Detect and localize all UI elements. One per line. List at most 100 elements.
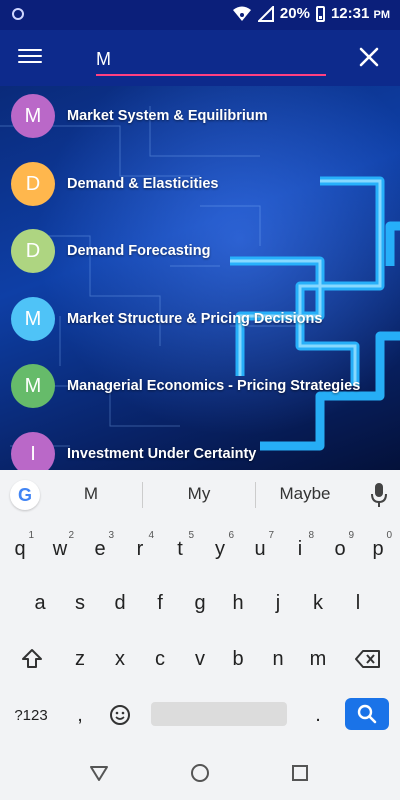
key-hint: 7 xyxy=(268,530,274,541)
key-c[interactable]: c xyxy=(142,634,178,684)
key-letter: t xyxy=(177,537,183,560)
menu-icon[interactable] xyxy=(18,46,42,70)
recents-icon[interactable] xyxy=(289,762,311,784)
key-v[interactable]: v xyxy=(182,634,218,684)
suggestion-item[interactable]: M xyxy=(66,484,116,504)
item-label: Demand & Elasticities xyxy=(67,176,219,192)
key-b[interactable]: b xyxy=(220,634,256,684)
avatar: M xyxy=(11,297,55,341)
key-r[interactable]: r4 xyxy=(122,524,158,574)
key-letter: r xyxy=(136,537,144,560)
list-item[interactable]: M Market Structure & Pricing Decisions xyxy=(0,285,400,353)
space-key[interactable] xyxy=(151,702,287,726)
key-hint: 3 xyxy=(108,530,114,541)
item-label: Market System & Equilibrium xyxy=(67,108,268,124)
notification-icon xyxy=(12,8,24,20)
key-letter: w xyxy=(52,537,68,560)
key-q[interactable]: q1 xyxy=(2,524,38,574)
item-label: Demand Forecasting xyxy=(67,243,211,259)
suggestion-item[interactable]: My xyxy=(170,484,228,504)
backspace-icon[interactable] xyxy=(350,634,386,684)
key-letter: y xyxy=(215,537,225,560)
suggestion-bar: G M My Maybe xyxy=(0,470,400,520)
clock-time: 12:31 xyxy=(330,5,370,22)
avatar: M xyxy=(11,94,55,138)
key-hint: 8 xyxy=(308,530,314,541)
key-u[interactable]: u7 xyxy=(242,524,278,574)
key-z[interactable]: z xyxy=(62,634,98,684)
app-bar xyxy=(0,30,400,86)
key-w[interactable]: w2 xyxy=(42,524,78,574)
key-d[interactable]: d xyxy=(102,578,138,628)
divider xyxy=(255,482,256,508)
list-item[interactable]: I Investment Under Certainty xyxy=(0,420,400,470)
key-hint: 5 xyxy=(188,530,194,541)
key-hint: 6 xyxy=(228,530,234,541)
close-icon[interactable] xyxy=(356,44,382,70)
key-letter: e xyxy=(94,537,106,560)
avatar: M xyxy=(11,364,55,408)
key-letter: i xyxy=(297,537,303,560)
key-p[interactable]: p0 xyxy=(360,524,396,574)
key-n[interactable]: n xyxy=(260,634,296,684)
google-logo-icon[interactable]: G xyxy=(10,480,40,510)
avatar: I xyxy=(11,432,55,470)
signal-icon xyxy=(257,5,274,22)
status-bar: 20% 12:31 PM xyxy=(0,0,400,30)
key-y[interactable]: y6 xyxy=(202,524,238,574)
key-letter: q xyxy=(14,537,26,560)
key-hint: 1 xyxy=(28,530,34,541)
key-h[interactable]: h xyxy=(220,578,256,628)
search-input[interactable] xyxy=(96,44,326,76)
navigation-bar xyxy=(0,746,400,800)
key-m[interactable]: m xyxy=(300,634,336,684)
key-hint: 0 xyxy=(386,530,392,541)
key-l[interactable]: l xyxy=(340,578,376,628)
key-o[interactable]: o9 xyxy=(322,524,358,574)
battery-icon xyxy=(315,5,325,22)
avatar: D xyxy=(11,162,55,206)
shift-icon[interactable] xyxy=(14,634,50,684)
results-panel: M Market System & Equilibrium D Demand &… xyxy=(0,86,400,470)
item-label: Market Structure & Pricing Decisions xyxy=(67,311,323,327)
key-letter: p xyxy=(372,537,384,560)
key-g[interactable]: g xyxy=(182,578,218,628)
status-indicators: 20% 12:31 PM xyxy=(232,5,390,22)
key-a[interactable]: a xyxy=(22,578,58,628)
symbols-key[interactable]: ?123 xyxy=(8,690,54,740)
key-letter: u xyxy=(254,537,266,560)
list-item[interactable]: D Demand & Elasticities xyxy=(0,150,400,218)
clock-ampm: PM xyxy=(373,9,391,21)
list-item[interactable]: M Market System & Equilibrium xyxy=(0,86,400,150)
comma-key[interactable]: , xyxy=(62,690,98,740)
clock: 12:31 PM xyxy=(331,5,390,22)
item-label: Managerial Economics - Pricing Strategie… xyxy=(67,378,361,394)
key-x[interactable]: x xyxy=(102,634,138,684)
suggestion-item[interactable]: Maybe xyxy=(270,484,340,504)
battery-percent: 20% xyxy=(279,5,310,22)
divider xyxy=(142,482,143,508)
period-key[interactable]: . xyxy=(300,690,336,740)
key-s[interactable]: s xyxy=(62,578,98,628)
emoji-icon[interactable] xyxy=(102,690,138,740)
key-hint: 9 xyxy=(348,530,354,541)
list-item[interactable]: M Managerial Economics - Pricing Strateg… xyxy=(0,352,400,420)
search-icon[interactable] xyxy=(345,698,389,730)
back-icon[interactable] xyxy=(88,762,110,784)
key-letter: o xyxy=(334,537,346,560)
key-t[interactable]: t5 xyxy=(162,524,198,574)
key-i[interactable]: i8 xyxy=(282,524,318,574)
home-icon[interactable] xyxy=(189,762,211,784)
keyboard: G M My Maybe q1 w2 e3 r4 t5 y6 u7 i8 o9 … xyxy=(0,470,400,746)
list-item[interactable]: D Demand Forecasting xyxy=(0,217,400,285)
key-j[interactable]: j xyxy=(260,578,296,628)
avatar: D xyxy=(11,229,55,273)
key-f[interactable]: f xyxy=(142,578,178,628)
key-hint: 4 xyxy=(148,530,154,541)
key-hint: 2 xyxy=(68,530,74,541)
item-label: Investment Under Certainty xyxy=(67,446,257,462)
wifi-icon xyxy=(232,6,251,21)
key-e[interactable]: e3 xyxy=(82,524,118,574)
mic-icon[interactable] xyxy=(370,482,388,508)
key-k[interactable]: k xyxy=(300,578,336,628)
